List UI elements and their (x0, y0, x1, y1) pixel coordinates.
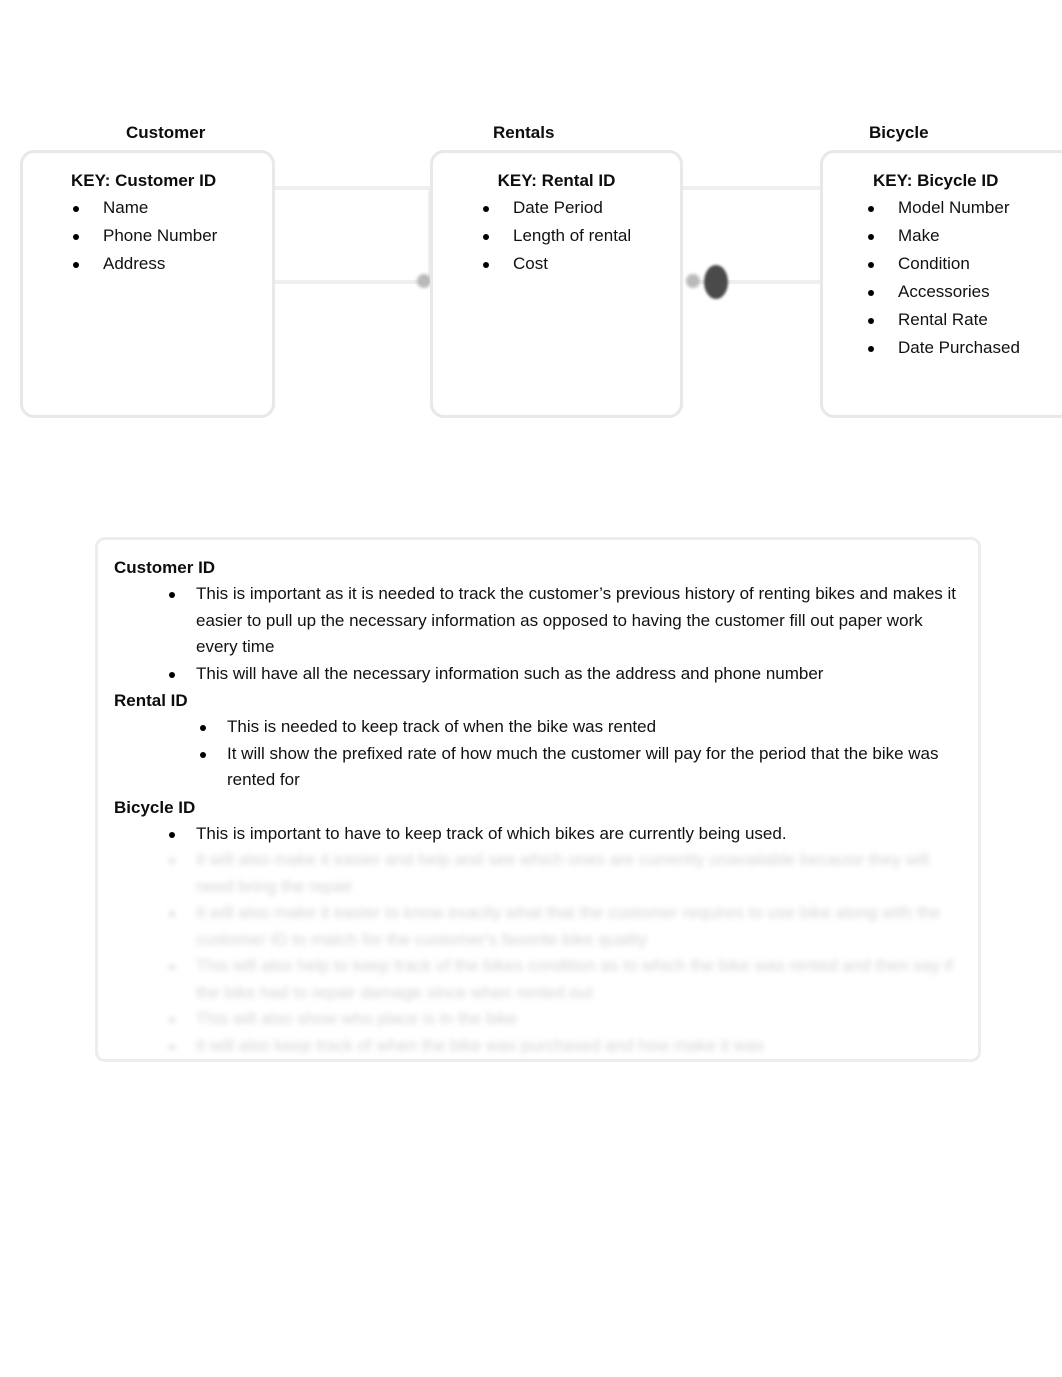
attribute-item: Cost (483, 250, 680, 278)
attribute-list-rentals: Date Period Length of rental Cost (433, 194, 680, 278)
attribute-list-customer: Name Phone Number Address (23, 194, 272, 278)
note-item: This is important as it is needed to tra… (114, 581, 962, 661)
note-item-faded: This will also help to keep track of the… (114, 953, 962, 1006)
note-list-bicycle-id-faded: It will also make it easier and help and… (114, 847, 962, 1059)
note-heading-customer-id: Customer ID (114, 558, 216, 577)
entity-title-bicycle: Bicycle (869, 123, 929, 142)
attribute-item: Condition (868, 250, 1062, 278)
attribute-item: Model Number (868, 194, 1062, 222)
note-heading-bicycle-id: Bicycle ID (114, 797, 196, 817)
attribute-item: Accessories (868, 278, 1062, 306)
connector-node-relationship (704, 265, 728, 299)
connector-customer-rentals-top (268, 186, 438, 190)
attribute-list-bicycle: Model Number Make Condition Accessories … (823, 194, 1062, 362)
note-item-faded: It will also keep track of when the bike… (114, 1033, 962, 1060)
note-item: This is needed to keep track of when the… (114, 714, 962, 741)
note-item: This will have all the necessary informa… (114, 661, 962, 688)
entity-key-rentals: KEY: Rental ID (497, 171, 616, 190)
entity-box-bicycle: KEY: Bicycle ID Model Number Make Condit… (820, 150, 1062, 418)
connector-customer-rentals-bottom (268, 280, 428, 284)
entity-box-rentals: KEY: Rental ID Date Period Length of ren… (430, 150, 683, 418)
notes-panel: Customer ID This is important as it is n… (95, 537, 981, 1062)
entity-key-customer: KEY: Customer ID (71, 171, 217, 190)
note-item: It will show the prefixed rate of how mu… (114, 741, 962, 794)
attribute-item: Make (868, 222, 1062, 250)
attribute-item: Length of rental (483, 222, 680, 250)
note-item: This is important to have to keep track … (114, 821, 962, 848)
note-item-faded: It will also make it easier to know exac… (114, 900, 962, 953)
note-list-customer-id: This is important as it is needed to tra… (114, 581, 962, 687)
attribute-item: Phone Number (73, 222, 272, 250)
attribute-item: Address (73, 250, 272, 278)
note-list-rental-id: This is needed to keep track of when the… (114, 714, 962, 794)
entity-title-rentals: Rentals (493, 123, 555, 142)
erd-diagram: Customer KEY: Customer ID Name Phone Num… (0, 0, 1062, 470)
note-item-faded: It will also make it easier and help and… (114, 847, 962, 900)
attribute-item: Date Period (483, 194, 680, 222)
note-heading-rental-id: Rental ID (114, 691, 188, 710)
attribute-item: Name (73, 194, 272, 222)
entity-box-customer: KEY: Customer ID Name Phone Number Addre… (20, 150, 275, 418)
entity-title-customer: Customer (126, 123, 206, 142)
attribute-item: Rental Rate (868, 306, 1062, 334)
connector-node-rentals-left (417, 274, 431, 288)
entity-key-bicycle: KEY: Bicycle ID (873, 171, 999, 190)
attribute-item: Date Purchased (868, 334, 1062, 362)
note-item-faded: This will also show who place is in the … (114, 1006, 962, 1033)
connector-node-rentals-right (686, 274, 700, 288)
note-list-bicycle-id: This is important to have to keep track … (114, 821, 962, 848)
